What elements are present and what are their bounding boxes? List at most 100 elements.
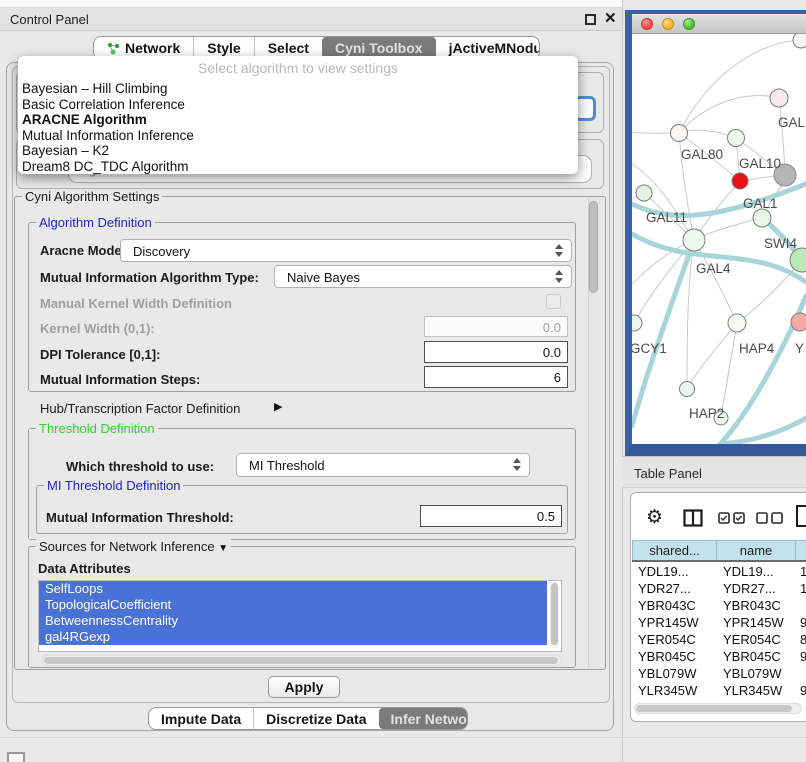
algorithm-option[interactable]: ARACNE Algorithm: [22, 112, 574, 128]
table-row[interactable]: YDR27...YDR27...12: [632, 580, 806, 597]
mi-type-value: Naive Bayes: [287, 270, 360, 285]
list-vscrollbar-thumb[interactable]: [551, 583, 558, 645]
control-panel-title: Control Panel: [10, 12, 89, 27]
table-row[interactable]: YPR145WYPR145W9.: [632, 614, 806, 631]
table-cell: 9: [796, 699, 806, 702]
node-label: SWI4: [764, 236, 797, 251]
expand-arrow-icon[interactable]: ▶: [274, 400, 282, 413]
table-row[interactable]: YBR045CYBR045C9.: [632, 648, 806, 665]
table-panel-title: Table Panel: [634, 466, 702, 481]
table-row[interactable]: YBL079WYBL079W: [632, 665, 806, 682]
data-attributes-list[interactable]: SelfLoopsTopologicalCoefficientBetweenne…: [38, 580, 562, 652]
table-cell: [796, 597, 806, 614]
close-icon[interactable]: ✕: [604, 9, 617, 27]
node-gal10[interactable]: [728, 130, 745, 147]
algorithm-option[interactable]: Bayesian – Hill Climbing: [22, 81, 574, 97]
float-panel-icon[interactable]: [585, 14, 596, 25]
bottom-tab-infer-network[interactable]: Infer Network: [379, 708, 468, 729]
node-label: GAL: [778, 115, 806, 130]
app-root: Control Panel ✕ galFiltered.sif default …: [0, 0, 806, 762]
stepper-arrows-icon: [555, 270, 563, 283]
bottom-tab-discretize-data[interactable]: Discretize Data: [253, 708, 378, 729]
mi-type-select[interactable]: Naive Bayes: [274, 265, 572, 288]
table-row[interactable]: YLR345WYLR345W9.: [632, 682, 806, 699]
column-header[interactable]: shared...: [632, 540, 717, 560]
node-gal4[interactable]: [683, 229, 705, 251]
deselect-all-columns-icon[interactable]: [756, 512, 784, 524]
algorithm-popup-placeholder: Select algorithm to view settings: [18, 60, 578, 76]
apply-button[interactable]: Apply: [268, 676, 340, 698]
aracne-mode-select[interactable]: Discovery: [120, 239, 572, 262]
dpi-tolerance-field[interactable]: 0.0: [424, 341, 568, 363]
table-row[interactable]: YER054CYER054C8.: [632, 631, 806, 648]
attribute-item[interactable]: SelfLoops: [39, 581, 547, 597]
node-gal80[interactable]: [671, 125, 688, 142]
node-label: Y: [795, 341, 804, 356]
tab-label: Cyni Toolbox: [335, 40, 423, 56]
tab-label: jActiveMNodules: [449, 40, 540, 56]
select-all-columns-icon[interactable]: [718, 512, 746, 524]
mi-steps-label: Mutual Information Steps:: [40, 372, 200, 387]
table-cell: YPR145W: [632, 614, 717, 631]
tab-label: Style: [207, 40, 240, 56]
table-row[interactable]: YBR043CYBR043C: [632, 597, 806, 614]
node-swi4[interactable]: [753, 209, 771, 227]
algorithm-option[interactable]: Basic Correlation Inference: [22, 97, 574, 113]
algorithm-option[interactable]: Dream8 DC_TDC Algorithm: [22, 159, 574, 175]
data-attributes-label: Data Attributes: [38, 561, 131, 576]
node-hap4[interactable]: [728, 314, 746, 332]
node-label: GCY1: [632, 341, 667, 356]
column-header[interactable]: name: [717, 540, 796, 560]
node-gal11[interactable]: [636, 185, 652, 201]
table-cell: 12: [796, 580, 806, 597]
table-row[interactable]: YIL052CYIL052C9: [632, 699, 806, 702]
algorithm-definition-title: Algorithm Definition: [36, 215, 155, 230]
minimized-panel-icon[interactable]: [7, 752, 25, 762]
gear-icon[interactable]: ⚙: [646, 506, 663, 529]
minimize-traffic-light-icon[interactable]: [662, 18, 674, 30]
node-gal1[interactable]: [732, 173, 748, 189]
column-header[interactable]: A: [796, 540, 806, 560]
settings-scrollbar-thumb[interactable]: [589, 201, 598, 293]
which-threshold-select[interactable]: MI Threshold: [236, 453, 530, 477]
algorithm-option[interactable]: Mutual Information Inference: [22, 128, 574, 144]
list-hscrollbar-thumb[interactable]: [44, 657, 558, 664]
node-label: GAL80: [681, 147, 723, 162]
node-hap2[interactable]: [680, 382, 695, 397]
algorithm-option[interactable]: Bayesian – K2: [22, 143, 574, 159]
table-row[interactable]: YDL19...YDL19...13: [632, 563, 806, 580]
table-cell: 9.: [796, 682, 806, 699]
kernel-width-field[interactable]: 0.0: [424, 316, 568, 337]
collapse-arrow-icon[interactable]: ▼: [218, 543, 228, 554]
cyni-bottom-tabs: Impute DataDiscretize DataInfer Network: [148, 707, 468, 730]
attribute-item[interactable]: TopologicalCoefficient: [39, 597, 547, 613]
attribute-item[interactable]: BetweennessCentrality: [39, 613, 547, 629]
mi-steps-field[interactable]: 6: [424, 366, 568, 388]
table-hscrollbar-thumb[interactable]: [636, 705, 792, 712]
bottom-tab-impute-data[interactable]: Impute Data: [149, 708, 253, 729]
network-canvas[interactable]: GAL GAL80 GAL10 GAL1 GAL11 SWI4 GAL4 GCY…: [632, 34, 806, 444]
table-cell: [796, 665, 806, 682]
mi-threshold-field[interactable]: 0.5: [420, 505, 562, 527]
manual-kernel-label: Manual Kernel Width Definition: [40, 296, 232, 311]
table-cell: YIL052C: [632, 699, 717, 702]
table-header-row[interactable]: shared... name A: [632, 540, 806, 562]
close-traffic-light-icon[interactable]: [641, 18, 653, 30]
node-label: GAL11: [646, 210, 687, 225]
divider: [0, 737, 806, 738]
table-cell: YLR345W: [632, 682, 717, 699]
node-label: HAP4: [739, 341, 775, 356]
table-cell: 9.: [796, 614, 806, 631]
table-cell: YBL079W: [717, 665, 796, 682]
node-partial-top[interactable]: [793, 34, 806, 48]
network-window-titlebar[interactable]: [632, 14, 806, 34]
attribute-item[interactable]: gal4RGexp: [39, 629, 547, 645]
manual-kernel-checkbox[interactable]: [546, 294, 561, 309]
stepper-arrows-icon: [513, 458, 521, 471]
node-salmon[interactable]: [791, 313, 806, 331]
zoom-traffic-light-icon[interactable]: [683, 18, 695, 30]
export-table-icon[interactable]: [795, 504, 806, 528]
split-columns-icon[interactable]: [683, 509, 703, 527]
node-gcy1[interactable]: [632, 315, 642, 331]
node-gal-partial[interactable]: [770, 89, 788, 107]
